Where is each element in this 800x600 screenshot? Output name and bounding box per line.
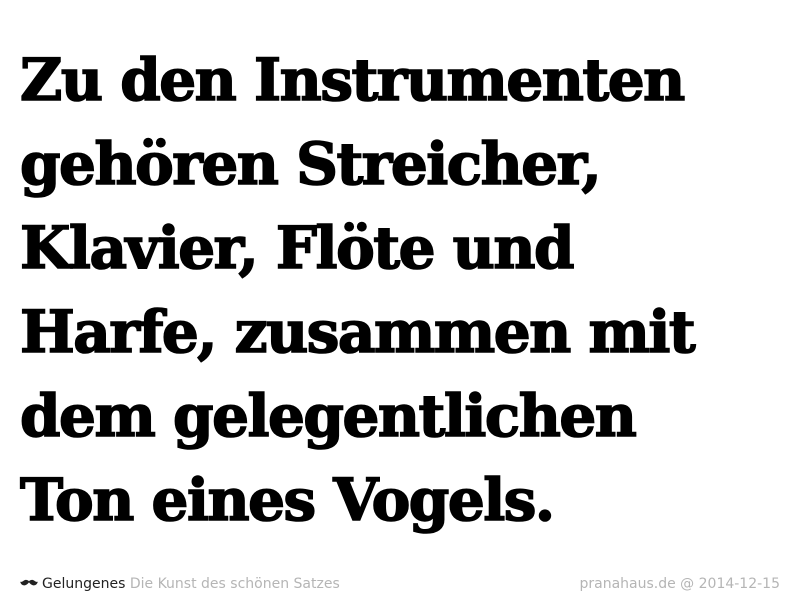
quote-line-1: Zu den Instrumenten (19, 45, 686, 115)
mustache-icon (20, 579, 38, 585)
quote-block: Zu den Instrumenten gehören Streicher, K… (19, 38, 790, 542)
footer-credit: pranahaus.de @ 2014-12-15 (579, 576, 780, 592)
quote-line-4: Harfe, zusammen mit (19, 297, 696, 367)
quote-line-3: Klavier, Flöte und (19, 213, 575, 283)
brand-name: Gelungenes (42, 576, 126, 592)
footer: Gelungenes Die Kunst des schönen Satzes … (20, 574, 780, 594)
quote-line-6: Ton eines Vogels. (19, 465, 556, 535)
quote-line-5: dem gelegentlichen (19, 381, 638, 451)
brand-tagline: Die Kunst des schönen Satzes (129, 576, 340, 592)
footer-branding: Gelungenes Die Kunst des schönen Satzes (20, 574, 340, 594)
quote-line-2: gehören Streicher, (19, 129, 602, 199)
